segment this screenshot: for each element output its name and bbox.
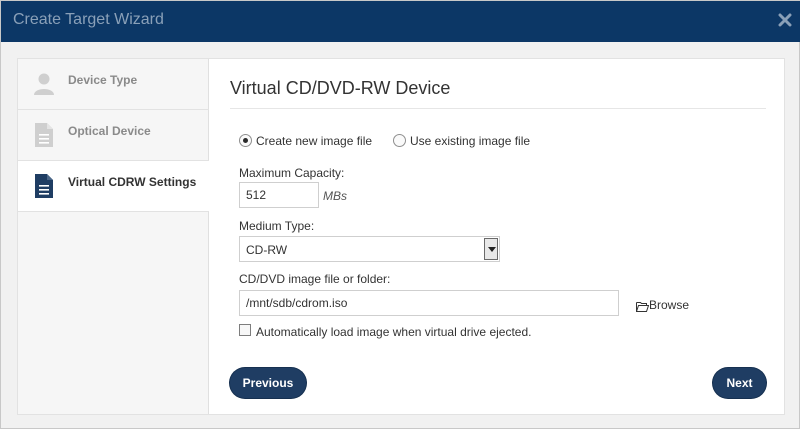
auto-load-label: Automatically load image when virtual dr…: [256, 325, 532, 339]
browse-label: Browse: [649, 298, 690, 312]
wizard-window: Create Target Wizard Device Type Optical…: [0, 0, 800, 429]
capacity-unit: MBs: [323, 189, 347, 203]
chevron-down-icon[interactable]: [484, 238, 498, 260]
auto-load-checkbox[interactable]: [239, 324, 251, 336]
medium-type-select[interactable]: CD-RW: [239, 236, 500, 262]
wizard-steps-sidebar: Device Type Optical Device Virtual CDRW …: [18, 59, 209, 414]
create-new-image-label: Create new image file: [256, 134, 373, 148]
sidebar-item-virtual-cdrw-settings[interactable]: Virtual CDRW Settings: [18, 161, 209, 212]
max-capacity-label: Maximum Capacity:: [239, 166, 345, 180]
user-icon: [33, 71, 55, 97]
title-bar: Create Target Wizard: [1, 1, 800, 42]
page-title: Virtual CD/DVD-RW Device: [230, 78, 451, 98]
previous-button[interactable]: Previous: [230, 368, 306, 398]
image-path-input[interactable]: [239, 290, 619, 316]
create-new-image-radio[interactable]: [239, 134, 252, 147]
settings-panel: Virtual CD/DVD-RW Device Create new imag…: [210, 59, 784, 414]
sidebar-item-label: Device Type: [68, 73, 138, 87]
heading-divider: [230, 108, 766, 109]
close-icon[interactable]: [778, 13, 792, 27]
next-button[interactable]: Next: [713, 368, 766, 398]
sidebar-item-label: Virtual CDRW Settings: [68, 175, 197, 189]
sidebar-item-label: Optical Device: [68, 124, 151, 138]
max-capacity-input[interactable]: [239, 182, 319, 208]
folder-open-icon: [636, 299, 650, 312]
image-path-label: CD/DVD image file or folder:: [239, 272, 391, 286]
wizard-card: Device Type Optical Device Virtual CDRW …: [17, 58, 785, 415]
medium-type-selected-value: CD-RW: [246, 243, 288, 257]
use-existing-image-radio[interactable]: [393, 134, 406, 147]
sidebar-item-optical-device[interactable]: Optical Device: [18, 110, 209, 161]
window-title: Create Target Wizard: [13, 11, 164, 28]
browse-button[interactable]: Browse: [636, 297, 706, 313]
use-existing-image-label: Use existing image file: [410, 134, 531, 148]
document-icon: [33, 122, 55, 148]
medium-type-label: Medium Type:: [239, 219, 315, 233]
document-icon: [33, 173, 55, 199]
sidebar-item-device-type[interactable]: Device Type: [18, 59, 209, 110]
